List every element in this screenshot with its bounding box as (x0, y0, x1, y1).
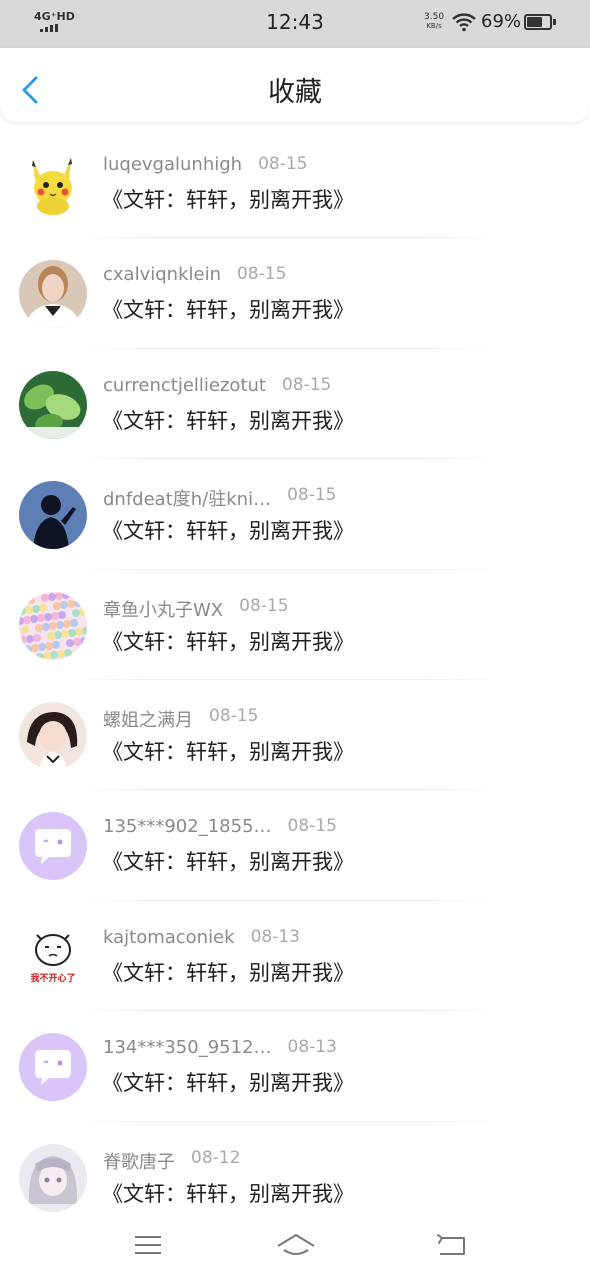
item-date: 08-15 (287, 485, 337, 506)
item-title: 《文轩：轩轩，别离开我》 (102, 960, 354, 985)
wifi-icon (452, 13, 476, 32)
favorite-item[interactable]: 我不开心了 kajtomaconiek 08-13 《文轩：轩轩，别离开我》 (0, 901, 590, 1012)
battery-icon (524, 14, 552, 30)
item-meta: 脊歌唐子 08-12 (103, 1147, 583, 1173)
item-meta: dnfdeat度h/驻kni… 08-15 (103, 485, 583, 511)
battery-cap (553, 19, 556, 25)
item-meta: 135***902_1855… 08-15 (103, 816, 583, 840)
item-title: 《文轩：轩轩，别离开我》 (102, 629, 354, 654)
avatar[interactable]: 我不开心了 (19, 922, 87, 991)
item-date: 08-15 (239, 595, 289, 616)
item-title: 《文轩：轩轩，别离开我》 (102, 739, 354, 764)
user-name: dnfdeat度h/驻kni… (103, 489, 272, 511)
item-meta: kajtomaconiek 08-13 (103, 927, 583, 951)
avatar[interactable] (19, 481, 87, 550)
item-meta: cxalviqnklein 08-15 (103, 264, 583, 288)
favorite-item[interactable]: cxalviqnklein 08-15 《文轩：轩轩，别离开我》 (0, 238, 590, 349)
item-date: 08-15 (209, 705, 259, 726)
user-name: cxalviqnklein (103, 264, 221, 286)
favorite-item[interactable]: 135***902_1855… 08-15 《文轩：轩轩，别离开我》 (0, 790, 590, 901)
page-title: 收藏 (268, 77, 322, 108)
speed-unit: KB/s (426, 22, 442, 30)
speed-value: 3.50 (424, 12, 445, 22)
home-icon[interactable] (276, 1230, 316, 1260)
avatar[interactable] (19, 591, 87, 660)
battery-level-fill (527, 17, 542, 27)
item-meta: 螺姐之满月 08-15 (103, 705, 583, 731)
back-arrow-icon[interactable] (434, 1230, 468, 1260)
item-meta: 章鱼小丸子WX 08-15 (103, 595, 583, 621)
user-name: kajtomaconiek (103, 926, 235, 948)
user-name: 135***902_1855… (103, 816, 272, 838)
item-date: 08-15 (287, 816, 337, 837)
favorites-list: luqevgalunhigh 08-15 《文轩：轩轩，别离开我》 cxalviqnk… (0, 128, 590, 1232)
avatar[interactable] (19, 1143, 87, 1212)
item-date: 08-12 (191, 1147, 241, 1168)
status-bar: 4G⁺HD 12:43 3.50 KB/s 69% (0, 0, 590, 48)
user-name: 134***350_9512… (103, 1037, 272, 1059)
user-name: currenctjelliezotut (103, 374, 266, 396)
item-date: 08-15 (258, 154, 308, 174)
favorite-item[interactable]: 134***350_9512… 08-13 《文轩：轩轩，别离开我》 (0, 1011, 590, 1122)
favorite-item[interactable]: dnfdeat度h/驻kni… 08-15 《文轩：轩轩，别离开我》 (0, 459, 590, 570)
item-date: 08-15 (281, 374, 332, 395)
svg-text:我不开心了: 我不开心了 (30, 972, 75, 984)
item-title: 《文轩：轩轩，别离开我》 (102, 850, 354, 875)
battery-percent: 69% (481, 11, 522, 32)
item-meta: currenctjelliezotut 08-15 (103, 375, 583, 399)
item-title: 《文轩：轩轩，别离开我》 (102, 408, 354, 433)
favorite-item[interactable]: 螺姐之满月 08-15 《文轩：轩轩，别离开我》 (0, 680, 590, 791)
item-title: 《文轩：轩轩，别离开我》 (102, 188, 354, 212)
item-meta: luqevgalunhigh 08-15 (103, 154, 583, 178)
item-title: 《文轩：轩轩，别离开我》 (102, 519, 354, 544)
item-meta: 134***350_9512… 08-13 (103, 1037, 583, 1061)
app-header: 收藏 (0, 48, 590, 122)
avatar[interactable] (19, 1033, 87, 1102)
favorite-item[interactable]: luqevgalunhigh 08-15 《文轩：轩轩，别离开我》 (0, 128, 590, 239)
favorite-item[interactable]: currenctjelliezotut 08-15 《文轩：轩轩，别离开我》 (0, 349, 590, 460)
avatar[interactable] (19, 370, 87, 439)
item-title: 《文轩：轩轩，别离开我》 (102, 298, 354, 323)
item-title: 《文轩：轩轩，别离开我》 (102, 1071, 354, 1096)
avatar[interactable] (19, 812, 87, 881)
item-date: 08-13 (250, 926, 300, 947)
menu-icon[interactable] (131, 1230, 165, 1260)
item-date: 08-15 (236, 264, 287, 285)
avatar[interactable] (19, 701, 87, 770)
system-nav-bar (0, 1212, 590, 1280)
item-title: 《文轩：轩轩，别离开我》 (102, 1181, 354, 1206)
user-name: luqevgalunhigh (103, 154, 243, 175)
user-name: 章鱼小丸子WX (103, 599, 224, 621)
avatar[interactable] (19, 150, 87, 218)
avatar[interactable] (19, 260, 87, 329)
network-speed: 3.50 KB/s (424, 13, 444, 31)
user-name: 脊歌唐子 (103, 1151, 175, 1173)
item-date: 08-13 (287, 1037, 337, 1058)
user-name: 螺姐之满月 (103, 709, 193, 731)
favorite-item[interactable]: 章鱼小丸子WX 08-15 《文轩：轩轩，别离开我》 (0, 570, 590, 680)
